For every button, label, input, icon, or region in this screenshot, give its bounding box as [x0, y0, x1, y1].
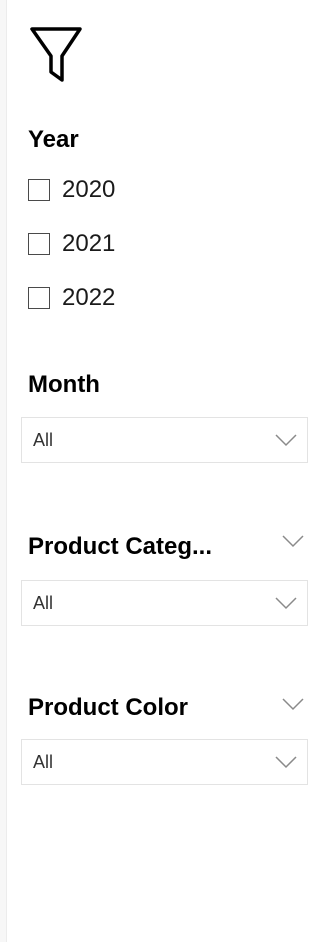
- product-category-slicer-title: Product Categ...: [28, 533, 213, 560]
- year-slicer-title: Year: [28, 126, 79, 153]
- year-option-label: 2022: [62, 284, 116, 311]
- funnel-icon: [30, 27, 82, 82]
- chevron-down-icon: [275, 597, 297, 610]
- product-color-slicer-title: Product Color: [28, 694, 188, 721]
- month-slicer-title: Month: [28, 371, 100, 398]
- year-option-label: 2020: [62, 176, 116, 203]
- chevron-down-icon[interactable]: [282, 534, 304, 548]
- year-option-2021[interactable]: 2021: [28, 228, 115, 260]
- chevron-down-icon: [275, 434, 297, 447]
- chevron-down-icon: [275, 756, 297, 769]
- product-color-dropdown[interactable]: All: [21, 739, 308, 785]
- year-option-label: 2021: [62, 230, 116, 257]
- checkbox[interactable]: [28, 179, 50, 201]
- product-category-dropdown-value: All: [33, 592, 54, 613]
- month-dropdown[interactable]: All: [21, 417, 308, 463]
- panel-edge: [0, 0, 7, 942]
- chevron-down-icon[interactable]: [282, 697, 304, 711]
- checkbox[interactable]: [28, 287, 50, 309]
- month-dropdown-value: All: [33, 429, 54, 450]
- product-category-dropdown[interactable]: All: [21, 580, 308, 626]
- year-option-2020[interactable]: 2020: [28, 174, 115, 206]
- checkbox[interactable]: [28, 233, 50, 255]
- product-color-dropdown-value: All: [33, 751, 54, 772]
- year-option-2022[interactable]: 2022: [28, 282, 115, 314]
